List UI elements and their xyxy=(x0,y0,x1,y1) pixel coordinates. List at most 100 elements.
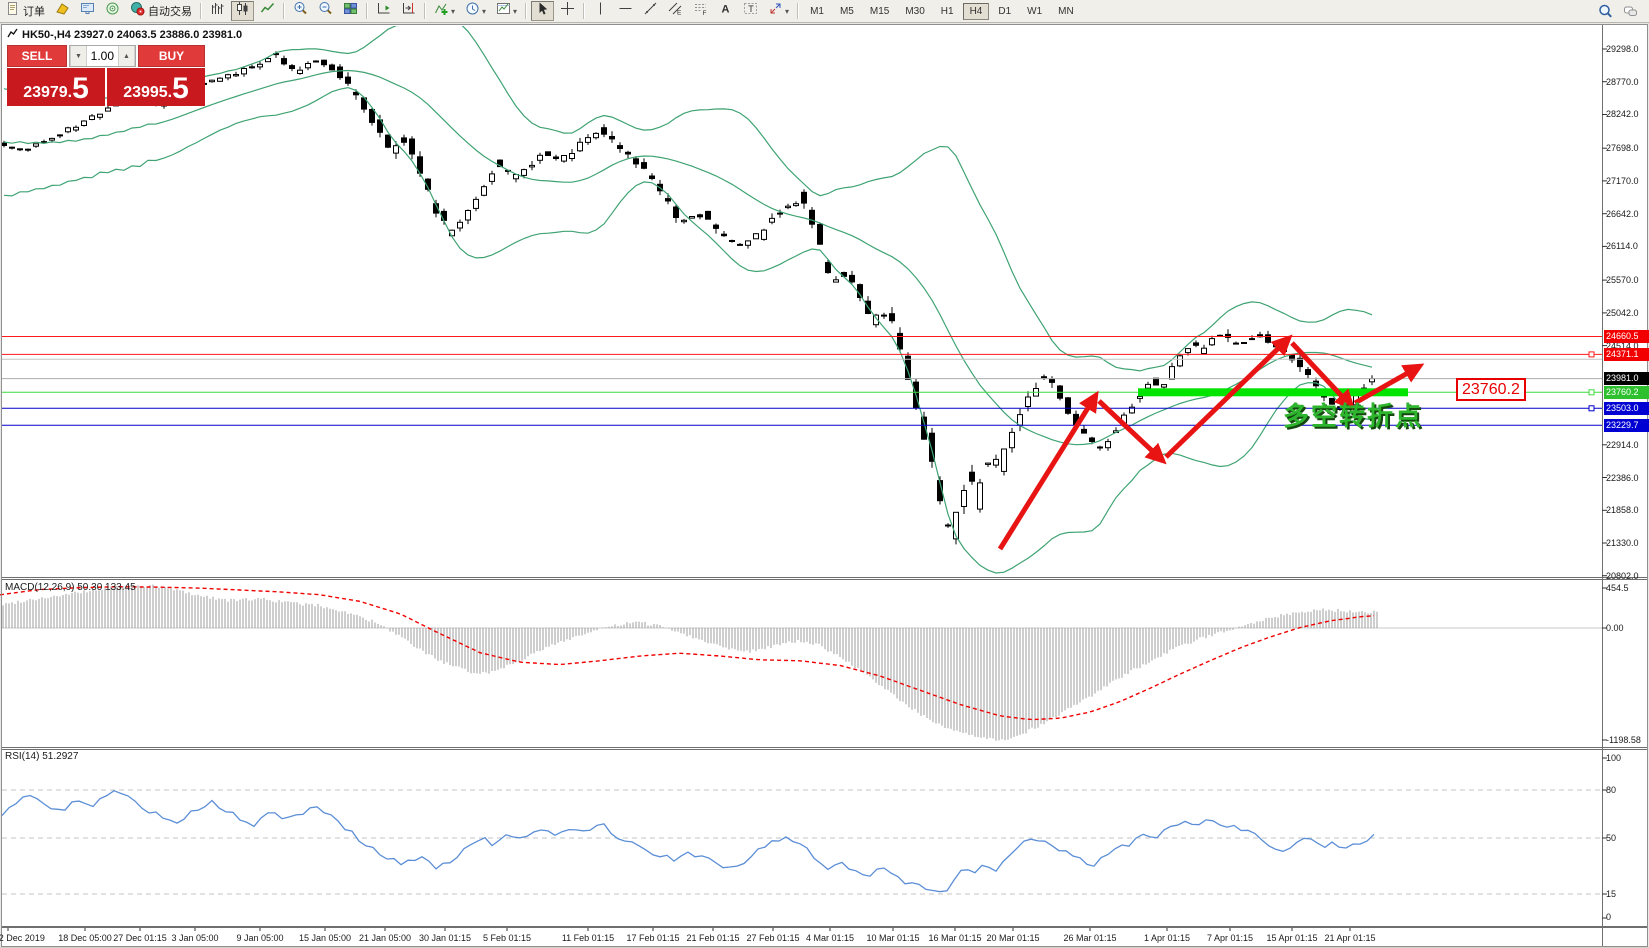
search-icon[interactable] xyxy=(1594,1,1617,21)
zoom-out-icon xyxy=(318,1,333,21)
chart-shift-icon xyxy=(401,1,416,21)
sell-button[interactable]: SELL xyxy=(7,45,67,67)
text-label-button[interactable]: T xyxy=(739,1,762,21)
new-order-icon xyxy=(5,1,20,21)
price-axis[interactable] xyxy=(1603,26,1648,926)
chevron-down-icon: ▾ xyxy=(513,7,517,16)
arrows-icon xyxy=(768,1,783,21)
vertical-line-button[interactable] xyxy=(589,1,612,21)
line-chart-button[interactable] xyxy=(256,1,279,21)
hline-anchor[interactable] xyxy=(1589,406,1594,411)
one-click-trading-panel: SELL ▼ 1.00 ▲ BUY 23979.5 23995.5 xyxy=(7,45,205,106)
chevron-down-icon: ▾ xyxy=(451,7,455,16)
toolbar: 订单 自动交易 ▾ ▾ ▾ E F A T ▾ M1M5M15M30H1H4D1W1MN xyxy=(0,0,1649,23)
volume-spinner: ▼ 1.00 ▲ xyxy=(69,45,136,67)
buy-price-frac: 5 xyxy=(172,75,189,103)
toolbar-separator xyxy=(366,3,368,19)
timeframe-m5-button[interactable]: M5 xyxy=(833,3,861,20)
svg-text:A: A xyxy=(722,4,730,16)
line-chart-icon xyxy=(260,1,275,21)
toolbar-separator xyxy=(583,3,585,19)
time-axis[interactable] xyxy=(2,929,1602,946)
navigator-icon[interactable] xyxy=(101,1,124,21)
hline-anchor[interactable] xyxy=(1589,352,1594,357)
equidistant-channel-icon: E xyxy=(668,1,683,21)
text-button[interactable]: A xyxy=(714,1,737,21)
hline-anchor[interactable] xyxy=(1589,390,1594,395)
timeframe-h4-button[interactable]: H4 xyxy=(963,3,990,20)
symbol-ohlc-text: HK50-,H4 23927.0 24063.5 23886.0 23981.0 xyxy=(22,29,242,41)
timeframe-m1-button[interactable]: M1 xyxy=(803,3,831,20)
timeframe-mn-button[interactable]: MN xyxy=(1051,3,1081,20)
zoom-in-icon xyxy=(293,1,308,21)
chart-window-icon[interactable] xyxy=(51,1,74,21)
volume-up-button[interactable]: ▲ xyxy=(118,46,135,66)
tile-windows-button[interactable] xyxy=(339,1,362,21)
vertical-line-icon xyxy=(593,1,608,21)
chevron-down-icon: ▾ xyxy=(785,7,789,16)
svg-text:T: T xyxy=(748,4,754,14)
toolbar-separator xyxy=(525,3,527,19)
arrows-button[interactable]: ▾ xyxy=(764,1,793,21)
periods-icon xyxy=(465,1,480,21)
equidistant-channel-button[interactable]: E xyxy=(664,1,687,21)
symbol-info: HK50-,H4 23927.0 24063.5 23886.0 23981.0 xyxy=(7,28,242,42)
bar-chart-button[interactable] xyxy=(206,1,229,21)
candlestick-chart-button[interactable] xyxy=(231,1,254,21)
sell-price[interactable]: 23979.5 xyxy=(7,68,105,106)
text-label-icon: T xyxy=(743,1,758,21)
market-watch-icon[interactable] xyxy=(76,1,99,21)
templates-button[interactable]: ▾ xyxy=(492,1,521,21)
horizontal-line-button[interactable] xyxy=(614,1,637,21)
toolbar-separator xyxy=(797,3,799,19)
chat-icon[interactable] xyxy=(1619,1,1642,21)
sell-price-frac: 5 xyxy=(72,75,89,103)
zoom-in-button[interactable] xyxy=(289,1,312,21)
crosshair-button[interactable] xyxy=(556,1,579,21)
autotrade-icon xyxy=(130,1,145,21)
autotrade-button[interactable]: 自动交易 xyxy=(126,1,196,21)
periods-button[interactable]: ▾ xyxy=(461,1,490,21)
volume-input[interactable]: 1.00 xyxy=(87,46,118,66)
cursor-button[interactable] xyxy=(531,1,554,21)
bar-chart-icon xyxy=(210,1,225,21)
chart-shift-button[interactable] xyxy=(397,1,420,21)
cursor-icon xyxy=(535,1,550,21)
indicators-button[interactable]: ▾ xyxy=(430,1,459,21)
navigator-icon-icon xyxy=(105,1,120,21)
text-icon: A xyxy=(718,1,733,21)
macd-indicator-label: MACD(12,26,9) 50.30 133.45 xyxy=(5,582,136,593)
volume-down-button[interactable]: ▼ xyxy=(70,46,87,66)
crosshair-icon xyxy=(560,1,575,21)
zoom-out-button[interactable] xyxy=(314,1,337,21)
toolbar-separator xyxy=(283,3,285,19)
indicators-icon xyxy=(434,1,449,21)
timeframe-w1-button[interactable]: W1 xyxy=(1020,3,1049,20)
new-order-button[interactable]: 订单 xyxy=(1,1,49,21)
toolbar-separator xyxy=(424,3,426,19)
chevron-down-icon: ▾ xyxy=(482,7,486,16)
horizontal-line-icon xyxy=(618,1,633,21)
timeframe-m30-button[interactable]: M30 xyxy=(898,3,931,20)
turning-point-annotation[interactable]: 多空转折点 xyxy=(1283,396,1423,433)
market-watch-icon-icon xyxy=(80,1,95,21)
buy-button[interactable]: BUY xyxy=(138,45,205,67)
buy-price[interactable]: 23995.5 xyxy=(107,68,205,106)
toolbar-separator xyxy=(200,3,202,19)
trendline-button[interactable] xyxy=(639,1,662,21)
timeframe-h1-button[interactable]: H1 xyxy=(934,3,961,20)
fibonacci-icon: F xyxy=(693,1,708,21)
svg-text:E: E xyxy=(677,10,682,17)
candlestick-chart-icon xyxy=(235,1,250,21)
auto-scroll-button[interactable] xyxy=(372,1,395,21)
chart-canvas[interactable] xyxy=(0,0,1649,948)
buy-price-int: 23995. xyxy=(123,83,172,103)
timeframe-m15-button[interactable]: M15 xyxy=(863,3,896,20)
chart-icon xyxy=(7,28,18,42)
timeframe-d1-button[interactable]: D1 xyxy=(991,3,1018,20)
fibonacci-button[interactable]: F xyxy=(689,1,712,21)
svg-text:F: F xyxy=(703,10,707,16)
mt4-window: 订单自动交易▾▾▾EFAT▾M1M5M15M30H1H4D1W1MN 29298… xyxy=(0,0,1649,948)
tile-windows-icon xyxy=(343,1,358,21)
price-callout[interactable]: 23760.2 xyxy=(1456,378,1526,401)
